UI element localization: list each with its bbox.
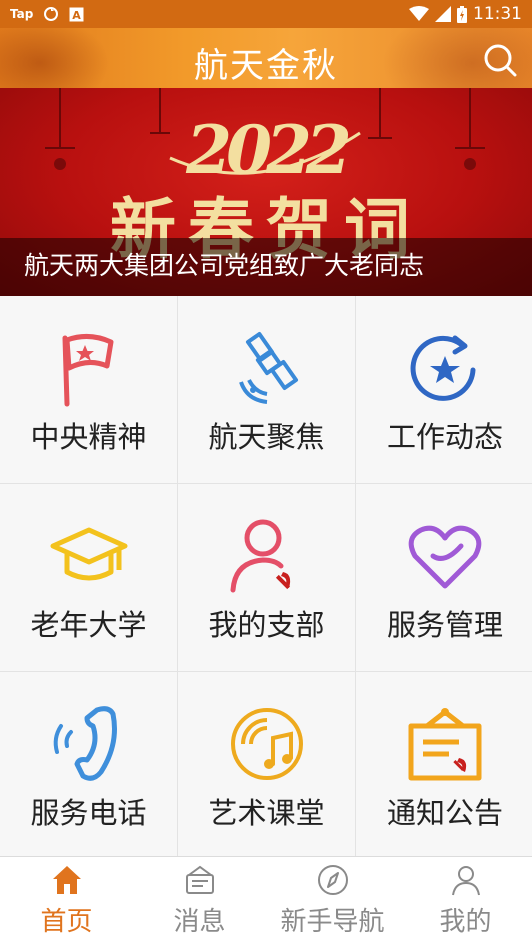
grid-item-art-class[interactable]: 艺术课堂 — [178, 672, 355, 858]
wifi-icon — [409, 6, 429, 21]
flag-icon — [62, 334, 113, 407]
grid-item-aerospace-focus[interactable]: 航天聚焦 — [178, 296, 355, 483]
tap-app-indicator: Tap — [10, 7, 34, 21]
grid-item-work-updates[interactable]: 工作动态 — [356, 296, 532, 483]
grid-item-central-spirit[interactable]: 中央精神 — [0, 296, 177, 483]
nav-home[interactable]: 首页 — [0, 857, 133, 945]
grid-item-label: 航天聚焦 — [208, 420, 325, 454]
grid-item-service-management[interactable]: 服务管理 — [356, 484, 532, 671]
svg-text:A: A — [73, 9, 82, 22]
app-header: 航天金秋 — [0, 28, 532, 88]
compass-icon — [317, 865, 348, 895]
grid-item-my-branch[interactable]: 我的支部 — [178, 484, 355, 671]
grid-item-notice[interactable]: 通知公告 — [356, 672, 532, 858]
sync-icon — [44, 7, 59, 21]
signal-icon — [435, 6, 451, 22]
feature-grid: 中央精神 航天聚焦 工作动态 老年大学 我的支部 服务管理 服务电话 艺术课堂 … — [0, 296, 532, 858]
clock: 11:31 — [473, 4, 522, 24]
banner-year: 2022 — [185, 111, 350, 189]
notice-board-icon — [408, 708, 482, 781]
status-bar: Tap A 11:31 — [0, 0, 532, 28]
grid-item-senior-university[interactable]: 老年大学 — [0, 484, 177, 671]
refresh-star-icon — [410, 335, 476, 401]
grid-item-label: 工作动态 — [386, 420, 503, 454]
text-app-icon: A — [69, 7, 84, 22]
news-banner[interactable]: 2022 新春贺词 航天两大集团公司党组致广大老同志 — [0, 88, 532, 296]
home-icon — [52, 866, 81, 894]
nav-label: 我的 — [439, 907, 492, 937]
user-icon — [451, 866, 480, 896]
nav-guide[interactable]: 新手导航 — [266, 857, 399, 945]
banner-caption-bar: 航天两大集团公司党组致广大老同志 — [0, 238, 532, 296]
nav-messages[interactable]: 消息 — [133, 857, 266, 945]
nav-label: 新手导航 — [280, 907, 385, 937]
grid-item-label: 老年大学 — [30, 608, 147, 642]
music-disc-icon — [230, 708, 303, 780]
message-icon — [185, 865, 214, 894]
grid-item-label: 艺术课堂 — [208, 796, 325, 830]
banner-caption[interactable]: 航天两大集团公司党组致广大老同志 — [24, 246, 424, 282]
grid-item-label: 我的支部 — [208, 608, 325, 642]
heart-icon — [408, 525, 482, 589]
search-icon[interactable] — [482, 42, 518, 78]
graduation-cap-icon — [50, 527, 127, 581]
nav-profile[interactable]: 我的 — [399, 857, 532, 945]
battery-icon — [457, 5, 467, 23]
grid-item-service-phone[interactable]: 服务电话 — [0, 672, 177, 858]
phone-icon — [53, 706, 117, 781]
nav-label: 首页 — [40, 907, 93, 937]
party-member-icon — [230, 519, 290, 593]
satellite-icon — [238, 331, 298, 404]
bottom-nav: 首页 消息 新手导航 我的 — [0, 856, 532, 945]
grid-item-label: 服务电话 — [30, 796, 147, 830]
app-title: 航天金秋 — [194, 46, 338, 86]
grid-item-label: 服务管理 — [386, 608, 503, 642]
nav-label: 消息 — [173, 907, 226, 937]
grid-item-label: 中央精神 — [30, 420, 147, 454]
grid-item-label: 通知公告 — [386, 796, 503, 830]
